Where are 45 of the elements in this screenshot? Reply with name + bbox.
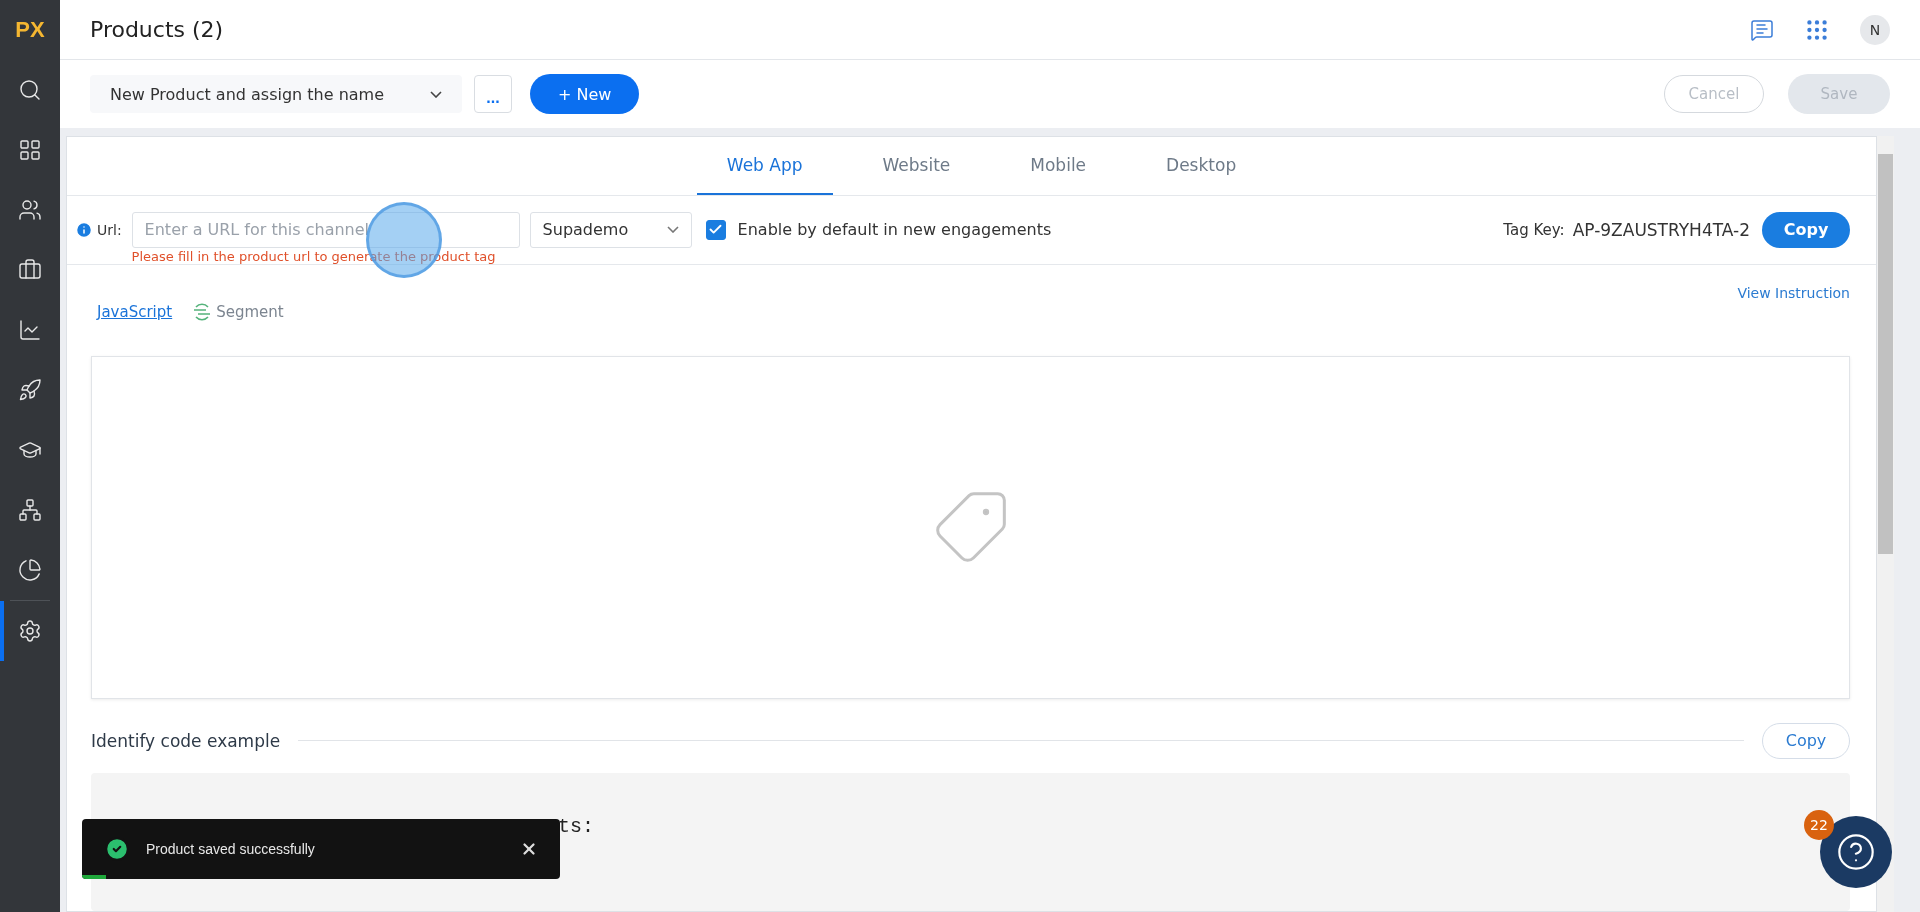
url-input[interactable]: Enter a URL for this channel xyxy=(131,211,520,248)
chat-icon xyxy=(1750,17,1774,42)
help-icon xyxy=(1836,832,1876,872)
product-dropdown[interactable]: New Product and assign the name xyxy=(90,75,462,113)
checkbox[interactable] xyxy=(705,219,726,240)
close-button[interactable] xyxy=(520,840,538,858)
tab[interactable]: Website xyxy=(852,137,981,195)
chevron-down-icon xyxy=(666,226,679,234)
integration-link[interactable]: Segment xyxy=(192,302,284,321)
url-label: Url: xyxy=(97,220,122,240)
briefcase-icon xyxy=(18,258,42,282)
view-instruction-link[interactable]: View Instruction xyxy=(1737,284,1850,301)
users-icon xyxy=(18,198,42,222)
more-button[interactable]: ... xyxy=(474,75,512,113)
pie-chart-icon xyxy=(18,558,42,582)
logo: PX xyxy=(14,16,46,44)
integration-link[interactable]: JavaScript xyxy=(97,302,173,321)
rocket-icon xyxy=(18,378,42,402)
tab[interactable]: Web App xyxy=(696,137,833,195)
segment-icon xyxy=(192,302,213,321)
search-icon xyxy=(18,78,42,102)
checkbox-label: Enable by default in new engagements xyxy=(737,220,1052,240)
tab[interactable]: Mobile xyxy=(1000,137,1117,195)
channel-dropdown[interactable]: Supademo xyxy=(529,211,692,248)
tree-icon xyxy=(18,498,42,522)
info-icon xyxy=(75,220,93,239)
chat-button[interactable] xyxy=(1750,17,1774,42)
dashboard-icon xyxy=(18,138,42,162)
tab[interactable]: Desktop xyxy=(1136,137,1267,195)
page-title: Products (2) xyxy=(90,17,225,42)
toast-message: Product saved successfully xyxy=(146,841,316,857)
new-button[interactable]: + New xyxy=(530,74,640,114)
success-icon xyxy=(104,836,130,862)
chevron-down-icon xyxy=(430,90,442,98)
close-icon xyxy=(520,840,538,858)
user-avatar[interactable]: N xyxy=(1860,14,1890,45)
copy-button[interactable]: Copy xyxy=(1762,722,1850,759)
tag-key-label: Tag Key: xyxy=(1503,219,1565,241)
tag-key-value: AP-9ZAUSTRYH4TA-2 xyxy=(1572,218,1750,242)
copy-button[interactable]: Copy xyxy=(1762,211,1850,248)
scrollbar[interactable] xyxy=(1877,136,1894,912)
code-line: ts: xyxy=(558,814,594,838)
settings-icon xyxy=(18,619,42,643)
section-title: Identify code example xyxy=(91,730,281,751)
line-chart-icon xyxy=(18,318,42,342)
